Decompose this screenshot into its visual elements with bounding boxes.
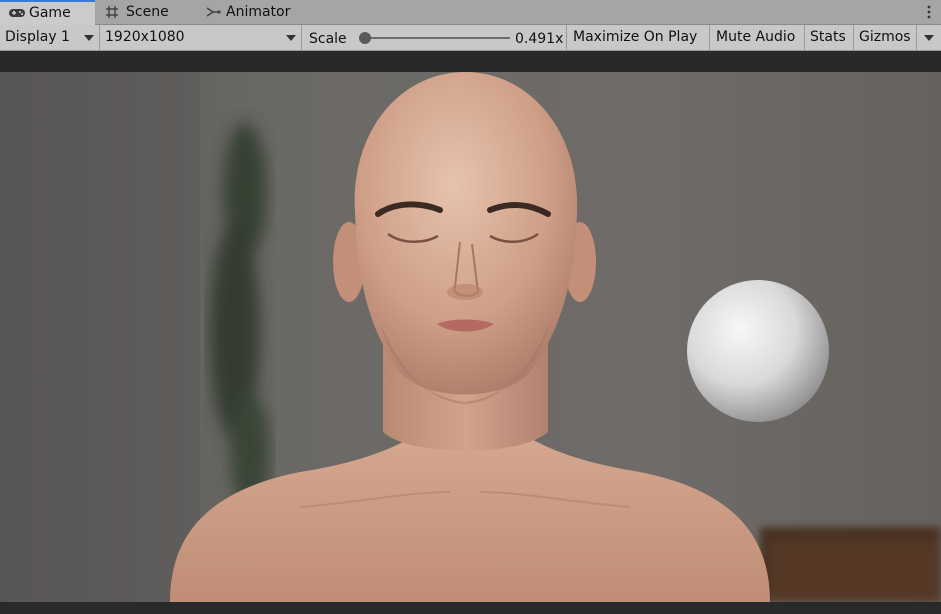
tab-game[interactable]: Game [0, 0, 95, 25]
chevron-down-icon [924, 35, 934, 41]
rendered-scene [0, 72, 941, 602]
tab-bar: Game Scene Animator [0, 0, 941, 25]
stats-button[interactable]: Stats [805, 25, 852, 50]
viewport-letterbox-top [0, 51, 941, 72]
scale-value: 0.491x [515, 31, 563, 47]
viewport-letterbox-bottom [0, 602, 941, 614]
scale-slider-track[interactable] [364, 37, 510, 39]
game-view-window: Game Scene Animator Display 1 1920x1080 … [0, 0, 941, 614]
bust-head [354, 72, 578, 395]
animator-icon [205, 5, 223, 19]
tab-animator[interactable]: Animator [197, 0, 307, 25]
game-viewport[interactable] [0, 72, 941, 602]
stats-label: Stats [810, 29, 846, 45]
gamepad-icon [8, 7, 26, 19]
resolution-dropdown-value: 1920x1080 [105, 29, 185, 45]
resolution-dropdown[interactable]: 1920x1080 [100, 25, 300, 50]
maximize-on-play-button[interactable]: Maximize On Play [567, 25, 708, 50]
mute-audio-button[interactable]: Mute Audio [710, 25, 804, 50]
game-toolbar: Display 1 1920x1080 Scale 0.491x Maximiz… [0, 25, 941, 51]
more-options-icon[interactable] [925, 3, 933, 21]
gizmos-label: Gizmos [859, 29, 911, 45]
tab-scene[interactable]: Scene [97, 0, 192, 25]
gizmos-button[interactable]: Gizmos [854, 25, 916, 50]
scale-control: Scale 0.491x [302, 25, 566, 50]
sphere-object [687, 280, 829, 422]
scale-label: Scale [309, 31, 347, 47]
maximize-on-play-label: Maximize On Play [573, 29, 698, 45]
tab-animator-label: Animator [226, 4, 291, 20]
chevron-down-icon [286, 35, 296, 41]
mute-audio-label: Mute Audio [716, 29, 796, 45]
gizmos-dropdown[interactable] [917, 25, 941, 50]
tab-scene-label: Scene [126, 4, 169, 20]
display-dropdown[interactable]: Display 1 [0, 25, 98, 50]
display-dropdown-value: Display 1 [5, 29, 70, 45]
scale-slider-handle[interactable] [359, 32, 371, 44]
grid-icon [105, 5, 123, 19]
tab-game-label: Game [29, 5, 71, 21]
chevron-down-icon [84, 35, 94, 41]
